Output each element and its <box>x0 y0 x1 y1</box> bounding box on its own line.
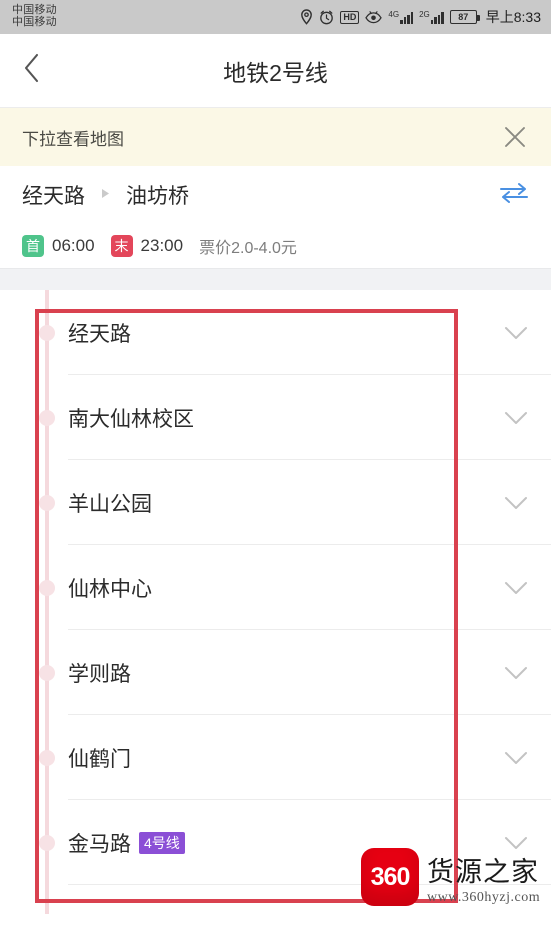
fare-info-row: 首 06:00 末 23:00 票价2.0-4.0元 <box>0 224 551 268</box>
station-dot-icon <box>39 579 55 596</box>
hd-icon: HD <box>340 10 360 24</box>
first-train-badge: 首 <box>22 235 44 257</box>
signal-4g-icon: 4G <box>388 10 414 24</box>
status-bar: 中国移动 中国移动 HD 4G 2G 87 早上8:33 <box>0 0 551 34</box>
route-origin: 经天路 <box>22 185 85 208</box>
station-dot-icon <box>39 834 55 851</box>
carrier-labels: 中国移动 中国移动 <box>12 5 57 28</box>
route-arrow-icon <box>99 187 112 203</box>
station-row-2[interactable]: 羊山公园 <box>0 460 551 545</box>
nav-bar: 地铁2号线 <box>0 34 551 108</box>
first-train-time: 06:00 <box>52 236 95 255</box>
watermark: 360 货源之家 www.360hyzj.com <box>361 848 540 906</box>
ticket-price-text: 票价2.0-4.0元 <box>199 240 297 257</box>
last-train-badge: 末 <box>110 235 133 257</box>
station-name: 学则路 <box>68 662 131 686</box>
station-row-3[interactable]: 仙林中心 <box>0 545 551 630</box>
station-row-0[interactable]: 经天路 <box>0 290 551 375</box>
status-icons: HD 4G 2G 87 早上8:33 <box>300 7 541 27</box>
chevron-down-icon[interactable] <box>503 495 529 511</box>
station-dot-icon <box>39 494 55 511</box>
route-direction-row[interactable]: 经天路 油坊桥 <box>0 166 551 224</box>
section-divider <box>0 268 551 290</box>
station-name: 金马路 <box>68 832 131 856</box>
station-dot-icon <box>39 409 55 426</box>
status-time: 早上8:33 <box>485 9 541 25</box>
station-name: 经天路 <box>68 322 131 346</box>
watermark-logo-text: 360 <box>370 862 411 891</box>
station-row-4[interactable]: 学则路 <box>0 630 551 715</box>
chevron-down-icon[interactable] <box>503 750 529 766</box>
page-title: 地铁2号线 <box>223 59 328 86</box>
route-destination: 油坊桥 <box>126 185 189 208</box>
watermark-url: www.360hyzj.com <box>427 890 541 905</box>
station-name: 南大仙林校区 <box>68 407 194 431</box>
chevron-down-icon[interactable] <box>503 325 529 341</box>
watermark-logo-icon: 360 <box>361 848 419 906</box>
carrier-label-2: 中国移动 <box>12 16 57 28</box>
station-name: 仙林中心 <box>68 577 152 601</box>
last-train-time: 23:00 <box>140 236 184 255</box>
back-button[interactable] <box>0 34 62 107</box>
battery-icon: 87 <box>449 10 480 24</box>
station-dot-icon <box>39 324 55 341</box>
signal-2g-icon: 2G <box>419 10 444 24</box>
chevron-down-icon[interactable] <box>503 410 529 426</box>
phone-screen: 中国移动 中国移动 HD 4G 2G 87 早上8:33 地铁2号线 下拉查看地… <box>0 0 551 926</box>
transfer-line-badge[interactable]: 4号线 <box>139 831 185 854</box>
pull-down-map-banner[interactable]: 下拉查看地图 <box>0 108 551 166</box>
station-dot-icon <box>39 749 55 766</box>
watermark-text: 货源之家 www.360hyzj.com <box>427 848 540 906</box>
chevron-down-icon[interactable] <box>503 665 529 681</box>
eye-icon <box>365 10 383 24</box>
station-dot-icon <box>39 664 55 681</box>
station-list: 经天路 南大仙林校区 羊山公园 仙林中心 学则路 仙鹤门 金马路 4号线 <box>0 290 551 914</box>
swap-arrows-icon[interactable] <box>499 182 529 209</box>
chevron-left-icon <box>23 53 40 88</box>
watermark-brand: 货源之家 <box>427 857 539 887</box>
station-row-1[interactable]: 南大仙林校区 <box>0 375 551 460</box>
station-name: 羊山公园 <box>68 492 152 516</box>
banner-text: 下拉查看地图 <box>22 129 124 149</box>
alarm-clock-icon <box>319 10 334 25</box>
chevron-down-icon[interactable] <box>503 580 529 596</box>
battery-level: 87 <box>458 12 469 22</box>
station-row-5[interactable]: 仙鹤门 <box>0 715 551 800</box>
station-name: 仙鹤门 <box>68 747 131 771</box>
location-pin-icon <box>300 9 313 25</box>
close-icon[interactable] <box>501 123 529 151</box>
